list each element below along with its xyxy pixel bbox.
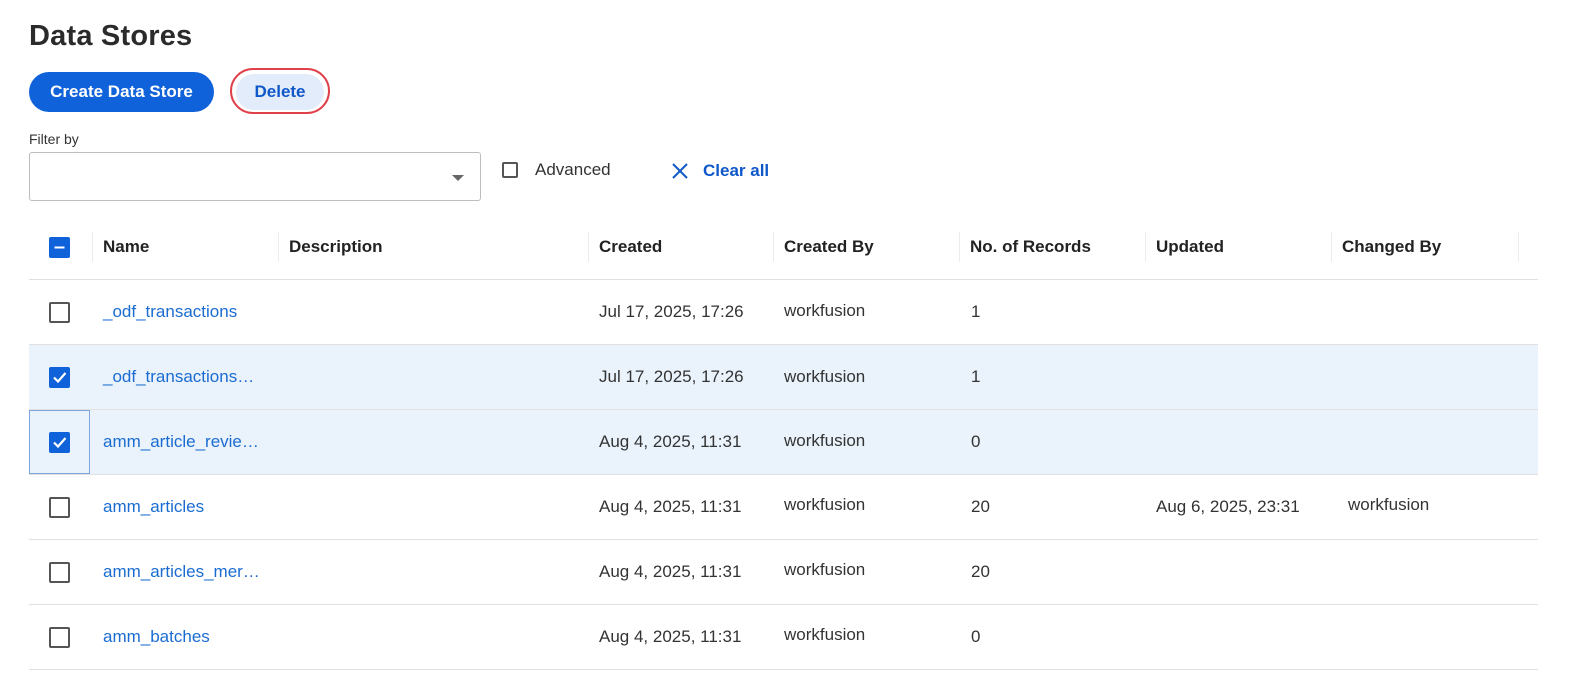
row-created-by: workfusion	[784, 560, 866, 579]
row-name-link[interactable]: amm_articles_mer…	[103, 540, 260, 604]
row-records: 1	[971, 302, 981, 321]
row-records: 0	[971, 627, 981, 646]
close-icon[interactable]	[670, 161, 690, 181]
advanced-label[interactable]: Advanced	[535, 160, 611, 180]
table-row[interactable]: _odf_transactions Jul 17, 2025, 17:26 wo…	[29, 280, 1538, 345]
column-header-updated[interactable]: Updated	[1156, 215, 1224, 279]
row-checkbox[interactable]	[49, 627, 70, 648]
chevron-down-icon[interactable]	[452, 175, 464, 181]
data-stores-table: Name Description Created Created By No. …	[29, 215, 1538, 670]
row-created-by: workfusion	[784, 625, 866, 644]
table-row[interactable]: amm_articles_mer… Aug 4, 2025, 11:31 wor…	[29, 540, 1538, 605]
row-created: Aug 4, 2025, 11:31	[599, 497, 742, 516]
column-header-created[interactable]: Created	[599, 215, 662, 279]
clear-all-link[interactable]: Clear all	[703, 161, 769, 181]
row-created: Aug 4, 2025, 11:31	[599, 432, 742, 451]
column-separator	[278, 232, 279, 262]
check-icon	[53, 437, 67, 449]
column-separator	[959, 232, 960, 262]
page-title: Data Stores	[29, 20, 193, 52]
column-separator	[588, 232, 589, 262]
row-created-by: workfusion	[784, 301, 866, 320]
row-created: Jul 17, 2025, 17:26	[599, 367, 744, 386]
column-separator	[1145, 232, 1146, 262]
column-separator	[92, 232, 93, 262]
row-checkbox[interactable]	[49, 432, 70, 453]
row-created: Jul 17, 2025, 17:26	[599, 302, 744, 321]
filter-select[interactable]	[29, 152, 481, 201]
column-separator	[1331, 232, 1332, 262]
row-name-link[interactable]: amm_article_revie…	[103, 410, 259, 474]
select-all-checkbox[interactable]	[49, 237, 70, 258]
column-header-records[interactable]: No. of Records	[970, 215, 1091, 279]
table-row[interactable]: amm_article_revie… Aug 4, 2025, 11:31 wo…	[29, 410, 1538, 475]
row-records: 20	[971, 562, 990, 581]
advanced-checkbox[interactable]	[502, 162, 518, 178]
row-checkbox[interactable]	[49, 302, 70, 323]
row-name-link[interactable]: amm_articles	[103, 475, 204, 539]
create-data-store-button[interactable]: Create Data Store	[29, 72, 214, 112]
row-created-by: workfusion	[784, 431, 866, 450]
row-records: 20	[971, 497, 990, 516]
column-header-changed-by[interactable]: Changed By	[1342, 215, 1441, 279]
minus-icon	[54, 246, 65, 249]
delete-button[interactable]: Delete	[236, 74, 324, 110]
row-records: 0	[971, 432, 981, 451]
column-header-description[interactable]: Description	[289, 215, 383, 279]
row-created: Aug 4, 2025, 11:31	[599, 562, 742, 581]
table-row[interactable]: amm_batches Aug 4, 2025, 11:31 workfusio…	[29, 605, 1538, 670]
table-row[interactable]: amm_articles Aug 4, 2025, 11:31 workfusi…	[29, 475, 1538, 540]
filter-label: Filter by	[29, 131, 79, 147]
row-checkbox[interactable]	[49, 497, 70, 518]
column-header-name[interactable]: Name	[103, 215, 149, 279]
row-name-link[interactable]: _odf_transactions	[103, 280, 237, 344]
column-separator	[773, 232, 774, 262]
column-separator	[1518, 232, 1519, 262]
row-checkbox[interactable]	[49, 367, 70, 388]
row-updated: Aug 6, 2025, 23:31	[1156, 497, 1300, 516]
column-header-created-by[interactable]: Created By	[784, 215, 874, 279]
table-row[interactable]: _odf_transactions… Jul 17, 2025, 17:26 w…	[29, 345, 1538, 410]
row-created: Aug 4, 2025, 11:31	[599, 627, 742, 646]
row-created-by: workfusion	[784, 367, 866, 386]
row-created-by: workfusion	[784, 495, 866, 514]
row-checkbox[interactable]	[49, 562, 70, 583]
row-records: 1	[971, 367, 981, 386]
check-icon	[53, 372, 67, 384]
row-name-link[interactable]: _odf_transactions…	[103, 345, 254, 409]
row-name-link[interactable]: amm_batches	[103, 605, 210, 669]
table-header: Name Description Created Created By No. …	[29, 215, 1538, 280]
row-changed-by: workfusion	[1348, 495, 1430, 514]
